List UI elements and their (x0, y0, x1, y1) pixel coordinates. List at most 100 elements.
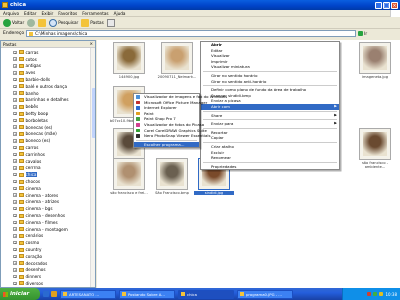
expand-icon[interactable]: + (13, 125, 17, 129)
tree-folder-item[interactable]: + aves (13, 69, 95, 76)
expand-icon[interactable]: + (13, 159, 17, 163)
tree-folder-item[interactable]: + betty boop (13, 110, 95, 117)
media-icon[interactable] (51, 291, 57, 297)
maximize-button[interactable]: □ (383, 1, 390, 9)
image-thumbnail[interactable]: são francisco e frei... (109, 158, 149, 195)
expand-icon[interactable]: + (13, 274, 17, 279)
tree-scrollbar[interactable] (90, 48, 95, 287)
expand-icon[interactable]: + (13, 132, 17, 136)
tree-folder-item[interactable]: + bonecas (mãe) (13, 131, 95, 138)
internet-explorer-icon[interactable] (43, 291, 49, 297)
expand-icon[interactable]: + (13, 200, 17, 204)
expand-icon[interactable]: + (13, 118, 17, 123)
expand-icon[interactable]: + (13, 50, 17, 55)
tray-network-icon[interactable] (373, 292, 378, 296)
image-thumbnail[interactable]: 144900.jpg (109, 42, 149, 79)
expand-icon[interactable]: + (13, 105, 17, 109)
address-input[interactable]: C:\Minhas imagens\chica (26, 30, 357, 37)
tree-folder-item[interactable]: + country (13, 246, 95, 253)
tree-folder-item[interactable]: + cinema - bgs (13, 205, 95, 212)
tree-folder-item[interactable]: + boneco (es) (13, 137, 95, 144)
tree-folder-item[interactable]: + diversos (13, 280, 95, 287)
task-programa[interactable]: programa0.JPG - ... (237, 289, 293, 299)
tree-folder-item[interactable]: + banho (13, 90, 95, 97)
expand-icon[interactable]: + (13, 186, 17, 191)
views-button[interactable] (106, 18, 115, 27)
image-thumbnail[interactable]: imageneta.jpg (355, 42, 395, 79)
tree-folder-item[interactable]: + borboletas (13, 117, 95, 124)
context-menu-item[interactable]: Copiar (201, 135, 339, 141)
scrollbar-thumb[interactable] (91, 88, 95, 138)
expand-icon[interactable]: + (13, 240, 17, 245)
go-button[interactable]: Ir (358, 30, 376, 37)
start-button[interactable]: iniciar (0, 288, 40, 300)
tree-folder-item[interactable]: + carrinhos (13, 151, 95, 158)
expand-icon[interactable]: + (13, 213, 17, 218)
expand-icon[interactable]: + (13, 193, 17, 197)
expand-icon[interactable]: + (13, 179, 17, 184)
menu-exibir[interactable]: Exibir (41, 11, 53, 16)
menu-ferramentas[interactable]: Ferramentas (82, 11, 108, 16)
open-with-item[interactable]: Nero PhotoSnap Viewer Essentials (134, 133, 211, 139)
tree-folder-item[interactable]: + bebês (13, 103, 95, 110)
expand-icon[interactable]: + (13, 261, 17, 265)
tree-folder-item[interactable]: + dinners (13, 273, 95, 280)
menu-ajuda[interactable]: Ajuda (114, 11, 126, 16)
expand-icon[interactable]: + (13, 84, 17, 89)
expand-icon[interactable]: + (13, 145, 17, 150)
expand-icon[interactable]: + (13, 98, 17, 102)
expand-icon[interactable]: + (13, 64, 17, 68)
search-button[interactable]: Pesquisar (49, 18, 78, 27)
tree-folder-item[interactable]: + cavalos (13, 158, 95, 165)
tree-folder-item[interactable]: + barrinhas e detalhes (13, 97, 95, 104)
task-chica[interactable]: chica (178, 289, 234, 299)
tree-folder-item[interactable]: + cinema - desenhos (13, 212, 95, 219)
task-postando[interactable]: Postando Sobre A... (119, 289, 175, 299)
expand-icon[interactable]: + (13, 220, 17, 225)
menu-editar[interactable]: Editar (24, 11, 36, 16)
up-folder-button[interactable] (38, 18, 47, 27)
tree-folder-item[interactable]: + antigas (13, 63, 95, 70)
context-menu-item[interactable]: Abrir com ▶ (201, 103, 339, 110)
expand-icon[interactable]: + (13, 91, 17, 95)
tree-folder-item[interactable]: + cenários (13, 233, 95, 240)
tree-folder-item[interactable]: + cosmo (13, 239, 95, 246)
expand-icon[interactable]: + (13, 111, 17, 116)
tray-app-icon[interactable] (367, 292, 372, 296)
close-button[interactable]: × (391, 1, 398, 9)
context-menu-item[interactable]: Propriedades (201, 164, 339, 170)
expand-icon[interactable]: + (13, 268, 17, 272)
forward-button[interactable] (27, 18, 36, 27)
tree-folder-item[interactable]: + chica (13, 171, 95, 178)
tree-folder-item[interactable]: + carros (13, 144, 95, 151)
open-with-item[interactable]: Escolher programa... (134, 141, 199, 148)
minimize-button[interactable]: _ (375, 1, 382, 9)
expand-icon[interactable]: + (13, 77, 17, 82)
close-pane-icon[interactable]: × (89, 41, 93, 46)
context-menu-item[interactable]: Share ▶ (201, 113, 339, 119)
context-menu-item[interactable]: Girar no sentido anti-horário (201, 79, 339, 85)
expand-icon[interactable]: + (13, 254, 17, 259)
expand-icon[interactable]: + (13, 166, 17, 170)
tree-folder-item[interactable]: + cinema (13, 185, 95, 192)
tree-folder-item[interactable]: + cinema - atores (13, 192, 95, 199)
image-thumbnail[interactable]: São Francisco.bmp (152, 158, 192, 195)
tree-folder-item[interactable]: + barbie-dolls (13, 76, 95, 83)
expand-icon[interactable]: + (13, 206, 17, 211)
tree-folder-item[interactable]: + desenhos (13, 267, 95, 274)
tree-folder-item[interactable]: + chocos (13, 178, 95, 185)
tree-folder-item[interactable]: + cotos (13, 56, 95, 63)
tree-folder-item[interactable]: + bonecas (es) (13, 124, 95, 131)
tree-folder-item[interactable]: + decorados (13, 260, 95, 267)
context-menu-item[interactable]: Enviar para ▶ (201, 121, 339, 127)
expand-icon[interactable]: + (13, 71, 17, 75)
context-menu-item[interactable]: Renomear (201, 155, 339, 161)
tree-folder-item[interactable]: + cinema - filmes (13, 219, 95, 226)
image-thumbnail[interactable]: são francisco - ambiente... (355, 128, 395, 169)
folders-button[interactable]: Pastas (81, 18, 104, 27)
expand-icon[interactable]: + (13, 172, 17, 177)
tree-folder-item[interactable]: + coração (13, 253, 95, 260)
expand-icon[interactable]: + (13, 139, 17, 143)
expand-icon[interactable]: + (13, 152, 17, 157)
tree-folder-item[interactable]: + carras (13, 49, 95, 56)
